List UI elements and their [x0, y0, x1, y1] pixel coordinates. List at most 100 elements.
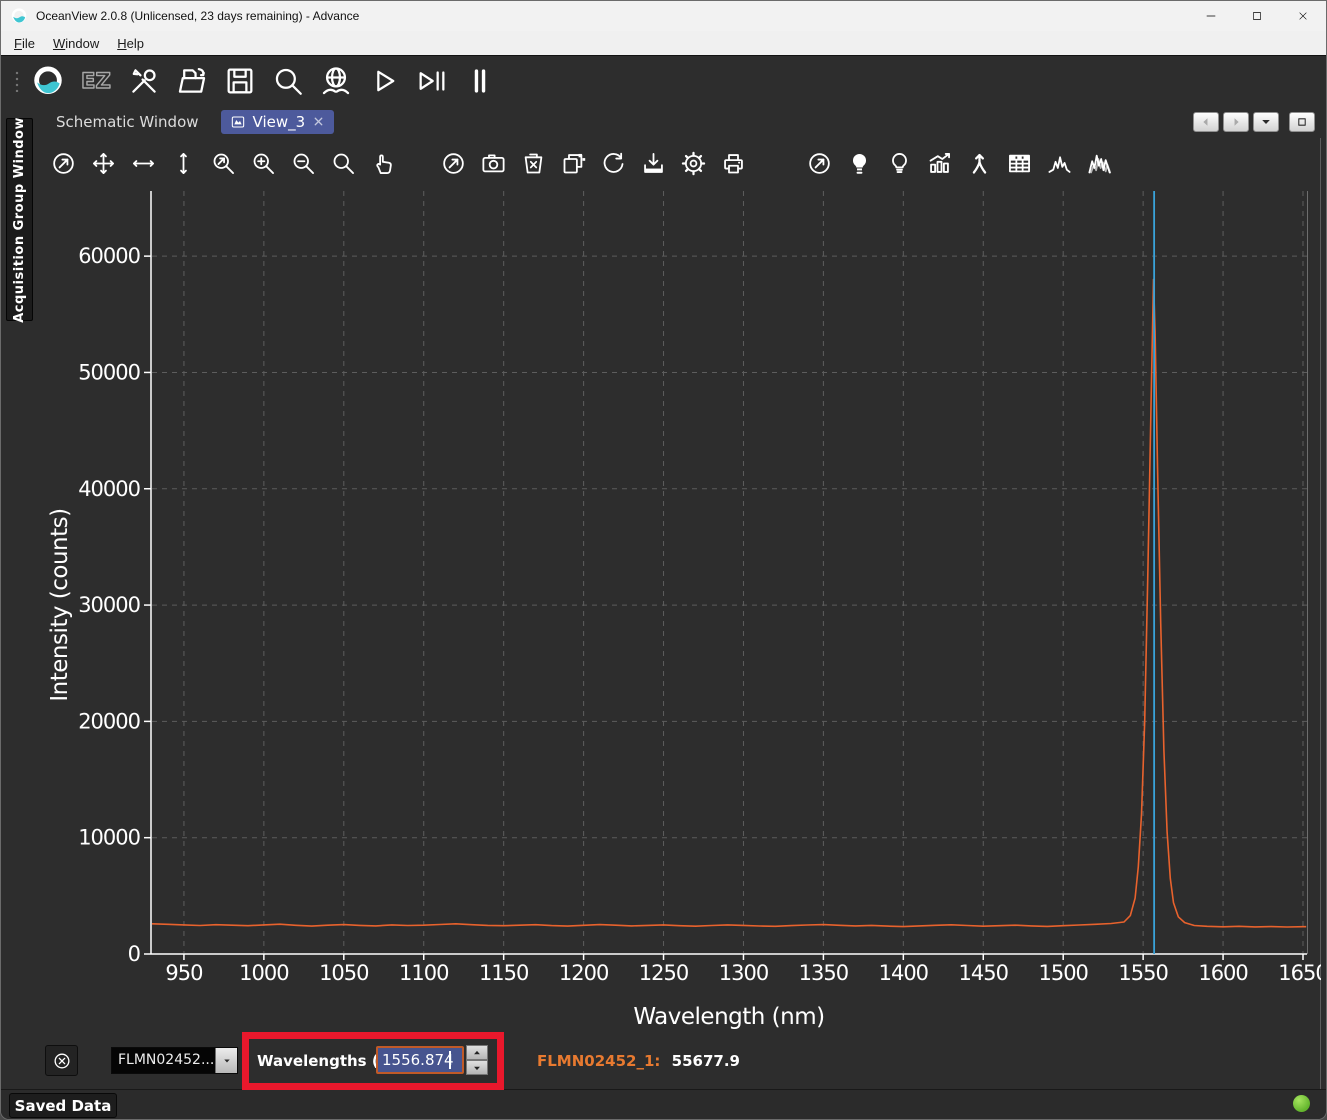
spectrum-plot[interactable]: 9501000105011001150120012501300135014001… [37, 186, 1321, 1037]
zoom-out-button[interactable] [283, 144, 323, 182]
run-button[interactable] [363, 60, 405, 102]
window-title: OceanView 2.0.8 (Unlicensed, 23 days rem… [36, 9, 359, 23]
scroll-tabs-left-button[interactable] [1193, 112, 1219, 132]
svg-text:1100: 1100 [399, 961, 448, 985]
zoomin-icon [250, 150, 277, 177]
close-button[interactable] [1280, 1, 1326, 31]
navsquare-icon [1295, 115, 1309, 129]
saved-data-tab[interactable]: Saved Data [9, 1093, 117, 1118]
run-pause-step-button[interactable] [411, 60, 453, 102]
trend-chart-button[interactable] [919, 144, 959, 182]
tab-list-button[interactable] [1253, 112, 1279, 132]
rescale-graph-button[interactable] [433, 144, 473, 182]
load-project-button[interactable] [171, 60, 213, 102]
table-icon [1006, 150, 1033, 177]
graph-settings-button[interactable] [673, 144, 713, 182]
playpause-icon [415, 64, 449, 98]
chart-tab-icon [230, 114, 246, 130]
source-dropdown[interactable]: FLMN02452... [111, 1047, 238, 1074]
chevron-down-icon [222, 1056, 232, 1066]
maximize-button[interactable] [1234, 1, 1280, 31]
zoom-tool-button[interactable] [323, 144, 363, 182]
tab-schematic-window[interactable]: Schematic Window [46, 109, 209, 135]
trash-icon [520, 150, 547, 177]
scale-icon [50, 150, 77, 177]
tab-view-3-label: View_3 [253, 113, 306, 131]
window-controls [1188, 1, 1326, 31]
svg-text:1600: 1600 [1198, 961, 1247, 985]
save-button[interactable] [219, 60, 261, 102]
closewin-icon [1296, 9, 1310, 23]
menu-file[interactable]: File [5, 33, 44, 54]
tab-nav-buttons [1189, 112, 1315, 132]
zoom-to-region-button[interactable] [203, 144, 243, 182]
ez-mode-button[interactable]: EZ [75, 60, 117, 102]
minimize-icon [1204, 9, 1218, 23]
reading-value: 55677.9 [672, 1052, 740, 1070]
menu-help[interactable]: Help [108, 33, 153, 54]
grab-cursor-button[interactable] [363, 144, 403, 182]
pan-horizontal-button[interactable] [123, 144, 163, 182]
svg-text:1050: 1050 [319, 961, 368, 985]
pan-vertical-button[interactable] [163, 144, 203, 182]
spin-down-button[interactable] [466, 1060, 488, 1075]
source-dropdown-value: FLMN02452... [112, 1048, 215, 1073]
print-graph-button[interactable] [713, 144, 753, 182]
oceanview-home-button[interactable] [27, 60, 69, 102]
svg-text:Intensity (counts): Intensity (counts) [47, 508, 73, 701]
svg-text:20000: 20000 [78, 709, 140, 733]
pan-icon [90, 150, 117, 177]
zoom-in-button[interactable] [243, 144, 283, 182]
globe-icon [319, 64, 353, 98]
configure-tools-button[interactable] [123, 60, 165, 102]
source-dropdown-button[interactable] [215, 1048, 237, 1073]
copy-data-button[interactable] [553, 144, 593, 182]
maximize-view-button[interactable] [1289, 112, 1315, 132]
background-light-toggle-button[interactable] [839, 144, 879, 182]
svg-text:40000: 40000 [78, 477, 140, 501]
svg-text:1200: 1200 [559, 961, 608, 985]
pause-button[interactable] [459, 60, 501, 102]
remove-trend-button[interactable] [45, 1045, 78, 1076]
scroll-tabs-right-button[interactable] [1223, 112, 1249, 132]
panv-icon [170, 150, 197, 177]
chart-toolbar-group [43, 144, 403, 182]
peak-finding-button[interactable] [1039, 144, 1079, 182]
spectrum-chart[interactable]: 9501000105011001150120012501300135014001… [37, 186, 1321, 1037]
web-resources-button[interactable] [315, 60, 357, 102]
tab-view-3[interactable]: View_3 [221, 110, 335, 134]
hand-icon [370, 150, 397, 177]
autoscale-y-button[interactable] [799, 144, 839, 182]
search-devices-button[interactable] [267, 60, 309, 102]
svg-text:1650: 1650 [1278, 961, 1321, 985]
svg-text:1000: 1000 [239, 961, 288, 985]
background-dark-toggle-button[interactable] [879, 144, 919, 182]
pan-all-button[interactable] [83, 144, 123, 182]
titlebar: OceanView 2.0.8 (Unlicensed, 23 days rem… [1, 1, 1326, 31]
svg-text:1150: 1150 [479, 961, 528, 985]
wavelength-spinner [466, 1045, 488, 1075]
svg-text:1300: 1300 [719, 961, 768, 985]
spin-up-button[interactable] [466, 1045, 488, 1060]
export-data-button[interactable] [633, 144, 673, 182]
combine-spectra-button[interactable] [959, 144, 999, 182]
maximize-icon [1250, 9, 1264, 23]
reset-view-button[interactable] [593, 144, 633, 182]
minimize-button[interactable] [1188, 1, 1234, 31]
tools-icon [127, 64, 161, 98]
autoscale-button[interactable] [43, 144, 83, 182]
svg-text:Wavelength (nm): Wavelength (nm) [633, 1004, 824, 1030]
bulbon-icon [846, 150, 873, 177]
overlay-spectra-button[interactable] [1079, 144, 1119, 182]
svg-text:EZ: EZ [81, 69, 111, 94]
show-data-table-button[interactable] [999, 144, 1039, 182]
snapshot-button[interactable] [473, 144, 513, 182]
status-bar: Saved Data [1, 1089, 1326, 1120]
close-tab-icon[interactable] [312, 115, 325, 128]
bulboff-icon [886, 150, 913, 177]
acquisition-group-window-tab[interactable]: Acquisition Group Window [6, 118, 33, 321]
menu-window[interactable]: Window [44, 33, 108, 54]
delete-spectrum-button[interactable] [513, 144, 553, 182]
toolbar-grip[interactable] [15, 70, 19, 92]
zoomregion-icon [210, 150, 237, 177]
